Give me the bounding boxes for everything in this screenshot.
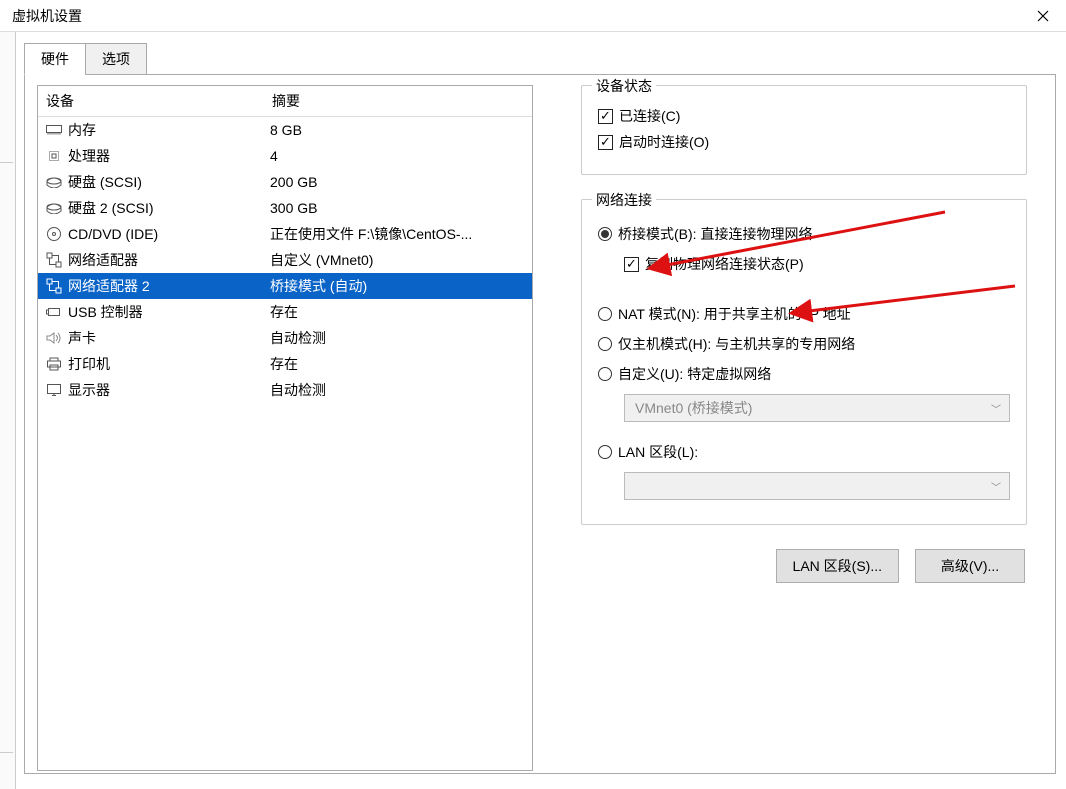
radio-icon xyxy=(598,367,612,381)
button-row: LAN 区段(S)... 高级(V)... xyxy=(581,549,1027,583)
settings-panel: 设备 摘要 内存8 GB处理器4硬盘 (SCSI)200 GB硬盘 2 (SCS… xyxy=(24,74,1056,774)
device-name: CD/DVD (IDE) xyxy=(64,226,270,242)
tab-hardware[interactable]: 硬件 xyxy=(24,43,86,75)
title-bar: 虚拟机设置 xyxy=(0,0,1066,32)
disk-icon xyxy=(44,202,64,214)
checkbox-connected[interactable]: 已连接(C) xyxy=(598,106,1010,126)
label-bridged: 桥接模式(B): 直接连接物理网络 xyxy=(618,224,812,244)
label-lan-segment: LAN 区段(L): xyxy=(618,442,698,462)
group-device-status: 设备状态 已连接(C) 启动时连接(O) xyxy=(581,85,1027,175)
label-replicate: 复制物理网络连接状态(P) xyxy=(645,254,804,274)
combo-custom-value: VMnet0 (桥接模式) xyxy=(635,398,752,418)
device-name: USB 控制器 xyxy=(64,302,270,322)
checkbox-replicate[interactable]: 复制物理网络连接状态(P) xyxy=(624,254,1010,274)
checkbox-icon xyxy=(598,109,613,124)
legend-device-status: 设备状态 xyxy=(592,76,656,96)
label-hostonly: 仅主机模式(H): 与主机共享的专用网络 xyxy=(618,334,855,354)
tab-options[interactable]: 选项 xyxy=(85,43,147,75)
radio-custom[interactable]: 自定义(U): 特定虚拟网络 xyxy=(598,364,1010,384)
radio-icon xyxy=(598,445,612,459)
combo-lan-segment[interactable]: ﹀ xyxy=(624,472,1010,500)
net-icon xyxy=(44,252,64,268)
device-name: 处理器 xyxy=(64,146,270,166)
device-row[interactable]: 硬盘 2 (SCSI)300 GB xyxy=(38,195,532,221)
device-row[interactable]: 网络适配器 2桥接模式 (自动) xyxy=(38,273,532,299)
device-name: 显示器 xyxy=(64,380,270,400)
printer-icon xyxy=(44,357,64,371)
device-summary: 自定义 (VMnet0) xyxy=(270,250,373,270)
chevron-down-icon: ﹀ xyxy=(991,479,1001,494)
device-name: 内存 xyxy=(64,120,270,140)
display-icon xyxy=(44,383,64,397)
device-row[interactable]: 打印机存在 xyxy=(38,351,532,377)
device-summary: 300 GB xyxy=(270,200,317,216)
lan-segments-button[interactable]: LAN 区段(S)... xyxy=(776,549,899,583)
advanced-button[interactable]: 高级(V)... xyxy=(915,549,1025,583)
close-icon xyxy=(1037,10,1049,22)
device-row[interactable]: 硬盘 (SCSI)200 GB xyxy=(38,169,532,195)
radio-lan-segment[interactable]: LAN 区段(L): xyxy=(598,442,1010,462)
device-row[interactable]: USB 控制器存在 xyxy=(38,299,532,325)
usb-icon xyxy=(44,305,64,319)
radio-bridged[interactable]: 桥接模式(B): 直接连接物理网络 xyxy=(598,224,1010,244)
disk-icon xyxy=(44,176,64,188)
device-row[interactable]: 显示器自动检测 xyxy=(38,377,532,403)
col-device: 设备 xyxy=(46,91,272,111)
device-row[interactable]: 网络适配器自定义 (VMnet0) xyxy=(38,247,532,273)
checkbox-connect-at-poweron[interactable]: 启动时连接(O) xyxy=(598,132,1010,152)
window-title: 虚拟机设置 xyxy=(12,6,82,26)
device-summary: 存在 xyxy=(270,354,298,374)
device-summary: 正在使用文件 F:\镜像\CentOS-... xyxy=(270,224,472,244)
device-list: 设备 摘要 内存8 GB处理器4硬盘 (SCSI)200 GB硬盘 2 (SCS… xyxy=(37,85,533,771)
device-name: 声卡 xyxy=(64,328,270,348)
device-row[interactable]: 处理器4 xyxy=(38,143,532,169)
device-summary: 4 xyxy=(270,148,278,164)
label-custom: 自定义(U): 特定虚拟网络 xyxy=(618,364,771,384)
net-icon xyxy=(44,278,64,294)
device-name: 打印机 xyxy=(64,354,270,374)
legend-network: 网络连接 xyxy=(592,190,656,210)
sound-icon xyxy=(44,331,64,345)
checkbox-icon xyxy=(624,257,639,272)
device-summary: 8 GB xyxy=(270,122,302,138)
device-summary: 存在 xyxy=(270,302,298,322)
radio-icon xyxy=(598,307,612,321)
label-connected: 已连接(C) xyxy=(619,106,680,126)
device-row[interactable]: 内存8 GB xyxy=(38,117,532,143)
label-connect-at-poweron: 启动时连接(O) xyxy=(619,132,709,152)
close-button[interactable] xyxy=(1020,0,1066,32)
device-name: 网络适配器 2 xyxy=(64,276,270,296)
device-name: 硬盘 (SCSI) xyxy=(64,172,270,192)
label-nat: NAT 模式(N): 用于共享主机的 IP 地址 xyxy=(618,304,851,324)
tabs: 硬件 选项 xyxy=(24,43,1056,75)
device-summary: 200 GB xyxy=(270,174,317,190)
radio-nat[interactable]: NAT 模式(N): 用于共享主机的 IP 地址 xyxy=(598,304,1010,324)
cd-icon xyxy=(44,226,64,242)
device-name: 网络适配器 xyxy=(64,250,270,270)
checkbox-icon xyxy=(598,135,613,150)
device-summary: 桥接模式 (自动) xyxy=(270,276,367,296)
combo-custom-vmnet[interactable]: VMnet0 (桥接模式) ﹀ xyxy=(624,394,1010,422)
radio-hostonly[interactable]: 仅主机模式(H): 与主机共享的专用网络 xyxy=(598,334,1010,354)
device-list-header: 设备 摘要 xyxy=(38,86,532,117)
col-summary: 摘要 xyxy=(272,91,300,111)
device-name: 硬盘 2 (SCSI) xyxy=(64,198,270,218)
memory-icon xyxy=(44,124,64,136)
device-summary: 自动检测 xyxy=(270,380,326,400)
radio-icon xyxy=(598,227,612,241)
device-summary: 自动检测 xyxy=(270,328,326,348)
device-row[interactable]: 声卡自动检测 xyxy=(38,325,532,351)
chevron-down-icon: ﹀ xyxy=(991,401,1001,416)
cpu-icon xyxy=(44,148,64,164)
radio-icon xyxy=(598,337,612,351)
group-network: 网络连接 桥接模式(B): 直接连接物理网络 复制物理网络连接状态(P) NAT… xyxy=(581,199,1027,525)
device-row[interactable]: CD/DVD (IDE)正在使用文件 F:\镜像\CentOS-... xyxy=(38,221,532,247)
